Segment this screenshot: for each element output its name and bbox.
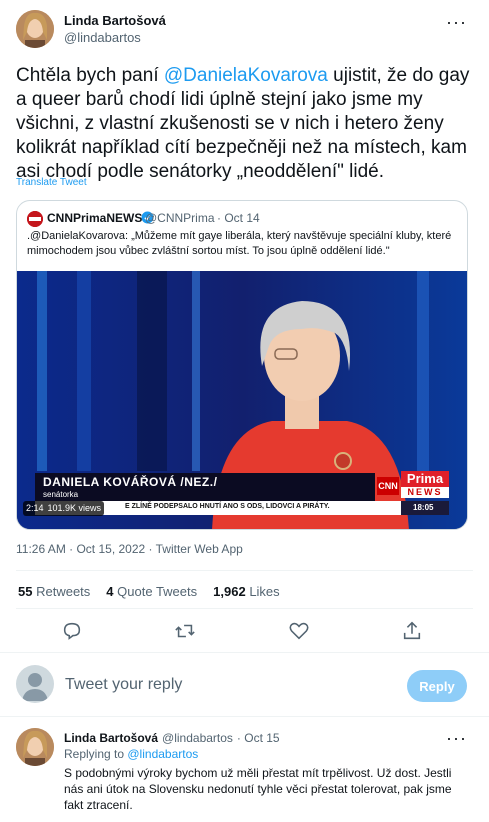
video-views: 101.9K views bbox=[47, 503, 102, 513]
reply-header: Linda Bartošová @lindabartos · Oct 15 bbox=[64, 731, 280, 745]
reply-author-name[interactable]: Linda Bartošová bbox=[64, 731, 158, 745]
ticker-clock-text: 18:05 bbox=[413, 503, 434, 512]
likes-count: 1,962 bbox=[213, 584, 246, 599]
tweet-timestamp[interactable]: 11:26 AM · Oct 15, 2022 · Twitter Web Ap… bbox=[16, 542, 243, 556]
replying-prefix: Replying to bbox=[64, 747, 128, 761]
reply-text: S podobnými výroky bychom už měli přesta… bbox=[64, 766, 452, 812]
replying-to: Replying to @lindabartos bbox=[64, 747, 198, 761]
reply-icon[interactable] bbox=[61, 620, 85, 644]
quotes-label: Quote Tweets bbox=[117, 584, 198, 599]
logo-prima: Prima bbox=[401, 471, 449, 487]
share-icon[interactable] bbox=[401, 620, 425, 644]
reply-input[interactable]: Tweet your reply bbox=[65, 676, 395, 694]
user-avatar bbox=[16, 665, 54, 703]
ticker-text: E ZLÍNĚ PODEPSALO HNUTÍ ANO S ODS, LIDOV… bbox=[125, 503, 330, 510]
retweets-count: 55 bbox=[18, 584, 33, 599]
replying-to-link[interactable]: @lindabartos bbox=[127, 747, 198, 761]
lower-third-name: DANIELA KOVÁŘOVÁ /NEZ./ bbox=[43, 475, 218, 489]
author-handle[interactable]: @lindabartos bbox=[64, 30, 141, 45]
divider bbox=[16, 570, 473, 571]
quotes-count: 4 bbox=[106, 584, 114, 599]
author-name[interactable]: Linda Bartošová bbox=[64, 13, 166, 28]
quoted-tweet[interactable]: CNNPrimaNEWS @CNNPrima · Oct 14 .@Daniel… bbox=[16, 200, 468, 530]
quoted-author-avatar bbox=[27, 211, 43, 227]
retweets-stat[interactable]: 55 Retweets bbox=[18, 584, 90, 599]
author-avatar[interactable] bbox=[16, 10, 54, 48]
more-icon[interactable]: ··· bbox=[446, 12, 467, 33]
video-player[interactable]: DANIELA KOVÁŘOVÁ /NEZ./ senátorka CNN Pr… bbox=[17, 271, 467, 529]
logo-news: NEWS bbox=[401, 487, 449, 498]
tweet-text-prefix: Chtěla bych paní bbox=[16, 65, 164, 86]
engagement-stats: 55 Retweets 4 Quote Tweets 1,962 Likes bbox=[18, 584, 280, 599]
retweets-label: Retweets bbox=[36, 584, 91, 599]
reply-more-icon[interactable]: ··· bbox=[446, 728, 467, 749]
lower-third-role: senátorka bbox=[43, 490, 79, 499]
divider bbox=[16, 608, 473, 609]
reply-date[interactable]: · Oct 15 bbox=[237, 731, 280, 745]
retweet-icon[interactable] bbox=[174, 620, 198, 644]
quoted-tweet-date: · Oct 14 bbox=[217, 211, 260, 225]
video-duration-badge: 2:14 101.9K views bbox=[23, 501, 105, 516]
quoted-tweet-text: .@DanielaKovarova: „Můžeme mít gaye libe… bbox=[27, 230, 452, 257]
divider bbox=[0, 652, 489, 653]
quotes-stat[interactable]: 4 Quote Tweets bbox=[106, 584, 197, 599]
likes-stat[interactable]: 1,962 Likes bbox=[213, 584, 280, 599]
likes-label: Likes bbox=[249, 584, 280, 599]
reply-button[interactable]: Reply bbox=[407, 670, 467, 702]
divider bbox=[0, 716, 489, 717]
video-duration: 2:14 bbox=[26, 503, 44, 513]
translate-tweet-link[interactable]: Translate Tweet bbox=[16, 177, 87, 188]
quoted-author-name: CNNPrimaNEWS bbox=[47, 211, 143, 225]
reply-author-handle[interactable]: @lindabartos bbox=[162, 731, 233, 745]
like-icon[interactable] bbox=[288, 620, 312, 644]
mention-link[interactable]: @DanielaKovarova bbox=[164, 65, 328, 86]
quoted-author-handle: @CNNPrima bbox=[145, 211, 215, 225]
tweet-text: Chtěla bych paní @DanielaKovarova ujisti… bbox=[16, 64, 476, 184]
reply-author-avatar[interactable] bbox=[16, 728, 54, 766]
logo-cnn: CNN bbox=[377, 477, 399, 495]
